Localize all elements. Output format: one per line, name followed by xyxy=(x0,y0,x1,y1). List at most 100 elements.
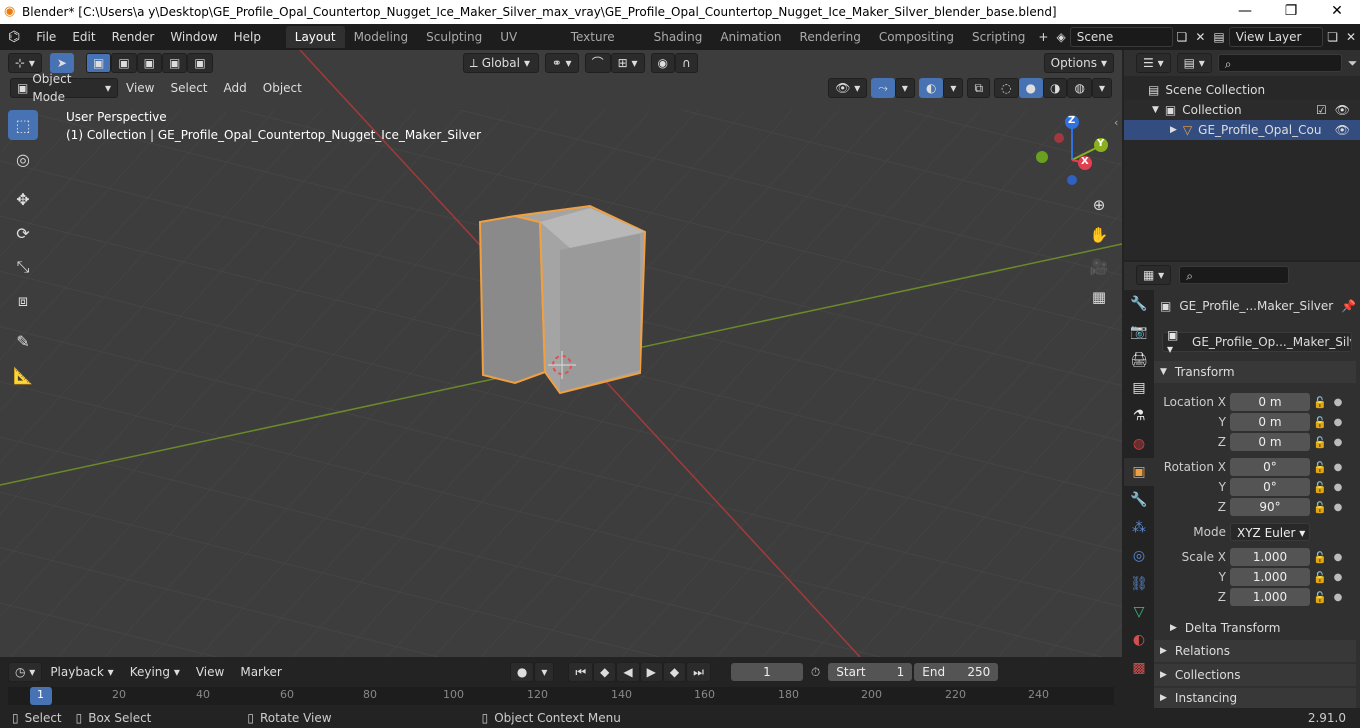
object-visibility-icon[interactable]: 👁 xyxy=(1335,123,1350,137)
scale-x-field[interactable]: 1.000 xyxy=(1230,548,1310,566)
tab-rendering[interactable]: Rendering xyxy=(791,26,870,48)
select-box-tool-icon[interactable]: ⬚ xyxy=(8,110,38,140)
view-layer-tab-icon[interactable]: ▤ xyxy=(1124,374,1154,402)
proportional-edit-toggle[interactable]: ◉ xyxy=(650,53,675,73)
blender-menu-icon[interactable]: ⌬ xyxy=(0,24,28,50)
move-tool-icon[interactable]: ✥ xyxy=(8,184,38,214)
current-frame-field[interactable]: 1 xyxy=(730,663,803,681)
timeline-ruler[interactable]: 1 20 40 60 80 100 120 140 160 180 200 22… xyxy=(8,687,1114,705)
transform-tool-icon[interactable]: ⧈ xyxy=(8,286,38,316)
shading-wireframe-icon[interactable]: ◌ xyxy=(994,78,1019,98)
pivot-point-dropdown[interactable]: ⚭ ▾ xyxy=(544,53,579,73)
keyframe-dot-icon[interactable]: ● xyxy=(1330,462,1346,473)
modifier-tab-icon[interactable]: 🔧 xyxy=(1124,486,1154,514)
auto-keying-toggle[interactable]: ● xyxy=(509,662,535,682)
keyframe-dot-icon[interactable]: ● xyxy=(1330,482,1346,493)
outliner-search-input[interactable]: ⌕ xyxy=(1217,54,1342,72)
lock-icon[interactable]: 🔓 xyxy=(1310,461,1330,474)
rotation-x-field[interactable]: 0° xyxy=(1230,458,1310,476)
scene-selector-icon[interactable]: ◈ xyxy=(1052,24,1069,50)
viewport-menu-view[interactable]: View xyxy=(118,75,162,101)
tab-scripting[interactable]: Scripting xyxy=(963,26,1034,48)
object-mode-dropdown[interactable]: ▣ Object Mode ▾ xyxy=(10,72,118,104)
start-frame-field[interactable]: Start 1 xyxy=(828,663,913,681)
xray-toggle[interactable]: ⧉ xyxy=(967,78,991,98)
viewport-menu-add[interactable]: Add xyxy=(216,75,255,101)
tab-modeling[interactable]: Modeling xyxy=(345,26,418,48)
outliner-editor-type-button[interactable]: ☰ ▾ xyxy=(1136,53,1171,73)
select-mode-extend-icon[interactable]: ▣ xyxy=(111,53,137,73)
shading-solid-icon[interactable]: ● xyxy=(1018,78,1043,98)
zoom-icon[interactable]: ⊕ xyxy=(1086,192,1112,218)
shading-material-icon[interactable]: ◑ xyxy=(1043,78,1068,98)
viewport-menu-select[interactable]: Select xyxy=(162,75,215,101)
end-frame-field[interactable]: End 250 xyxy=(914,663,999,681)
new-scene-icon[interactable]: ❏ xyxy=(1173,24,1192,50)
lock-icon[interactable]: 🔓 xyxy=(1310,416,1330,429)
tool-tab-icon[interactable]: 🔧 xyxy=(1124,290,1154,318)
rotate-tool-icon[interactable]: ⟳ xyxy=(8,218,38,248)
timeline-menu-marker[interactable]: Marker xyxy=(232,659,289,685)
location-y-field[interactable]: 0 m xyxy=(1230,413,1310,431)
scale-tool-icon[interactable]: ⤡ xyxy=(8,252,38,282)
stopwatch-icon[interactable]: ⏱ xyxy=(811,665,820,680)
tab-texture-paint[interactable]: Texture Paint xyxy=(562,26,645,66)
maximize-button[interactable]: ❐ xyxy=(1268,0,1314,24)
pin-icon[interactable]: 📌 xyxy=(1341,299,1356,313)
properties-editor-type-button[interactable]: ▦ ▾ xyxy=(1136,265,1172,285)
next-keyframe-icon[interactable]: ◆ xyxy=(662,662,687,682)
collection-visibility-icon[interactable]: 👁 xyxy=(1335,103,1350,117)
close-window-button[interactable]: ✕ xyxy=(1314,0,1360,24)
tab-uv-editing[interactable]: UV Editing xyxy=(491,26,561,66)
play-reverse-icon[interactable]: ◀ xyxy=(616,662,640,682)
tab-compositing[interactable]: Compositing xyxy=(870,26,963,48)
viewport-menu-object[interactable]: Object xyxy=(255,75,310,101)
physics-tab-icon[interactable]: ◎ xyxy=(1124,542,1154,570)
annotate-tool-icon[interactable]: ✎ xyxy=(8,326,38,356)
instancing-section-header[interactable]: ▶ Instancing xyxy=(1154,688,1356,708)
tab-animation[interactable]: Animation xyxy=(711,26,790,48)
keyframe-dot-icon[interactable]: ● xyxy=(1330,572,1346,583)
remove-view-layer-icon[interactable]: ✕ xyxy=(1342,24,1360,50)
outliner-display-mode-button[interactable]: ▤ ▾ xyxy=(1176,53,1212,73)
data-tab-icon[interactable]: ▽ xyxy=(1124,598,1154,626)
select-mode-intersect-icon[interactable]: ▣ xyxy=(187,53,213,73)
filter-icon[interactable]: ⏷ xyxy=(1348,56,1358,71)
timeline-menu-keying[interactable]: Keying ▾ xyxy=(122,659,188,685)
tab-sculpting[interactable]: Sculpting xyxy=(417,26,491,48)
scene-name-field[interactable]: Scene xyxy=(1069,27,1173,47)
menu-file[interactable]: File xyxy=(28,24,64,50)
shading-dropdown[interactable]: ▾ xyxy=(1091,78,1112,98)
relations-section-header[interactable]: ▶ Relations xyxy=(1154,640,1356,662)
lock-icon[interactable]: 🔓 xyxy=(1310,571,1330,584)
rotation-mode-dropdown[interactable]: XYZ Euler ▾ xyxy=(1230,523,1310,541)
world-tab-icon[interactable]: ◍ xyxy=(1124,430,1154,458)
jump-start-icon[interactable]: ⏮ xyxy=(568,662,594,682)
scale-z-field[interactable]: 1.000 xyxy=(1230,588,1310,606)
keyframe-dot-icon[interactable]: ● xyxy=(1330,397,1346,408)
texture-tab-icon[interactable]: ▩ xyxy=(1124,654,1154,682)
outliner-scene-collection[interactable]: ▤ Scene Collection xyxy=(1124,80,1360,100)
lock-icon[interactable]: 🔓 xyxy=(1310,481,1330,494)
location-x-field[interactable]: 0 m xyxy=(1230,393,1310,411)
timeline-menu-playback[interactable]: Playback ▾ xyxy=(42,659,121,685)
output-tab-icon[interactable]: 🖨 xyxy=(1124,346,1154,374)
view-layer-field[interactable]: View Layer xyxy=(1228,27,1324,47)
properties-search-input[interactable]: ⌕ xyxy=(1179,266,1290,284)
location-z-field[interactable]: 0 m xyxy=(1230,433,1310,451)
constraints-tab-icon[interactable]: ⛓ xyxy=(1124,570,1154,598)
expand-arrow-icon[interactable]: ▶ xyxy=(1170,125,1177,135)
jump-end-icon[interactable]: ⏭ xyxy=(686,662,711,682)
collection-checkbox[interactable]: ☑ xyxy=(1316,103,1327,117)
tab-shading[interactable]: Shading xyxy=(645,26,712,48)
mesh-browse-icon[interactable]: ▣ ▾ xyxy=(1167,328,1186,356)
measure-tool-icon[interactable]: 📐 xyxy=(8,360,38,390)
menu-window[interactable]: Window xyxy=(162,24,225,50)
menu-render[interactable]: Render xyxy=(104,24,163,50)
keyframe-dot-icon[interactable]: ● xyxy=(1330,437,1346,448)
keyframe-dot-icon[interactable]: ● xyxy=(1330,417,1346,428)
new-view-layer-icon[interactable]: ❏ xyxy=(1323,24,1342,50)
select-mode-invert-icon[interactable]: ▣ xyxy=(162,53,188,73)
remove-scene-icon[interactable]: ✕ xyxy=(1191,24,1209,50)
minimize-button[interactable]: — xyxy=(1222,0,1268,24)
